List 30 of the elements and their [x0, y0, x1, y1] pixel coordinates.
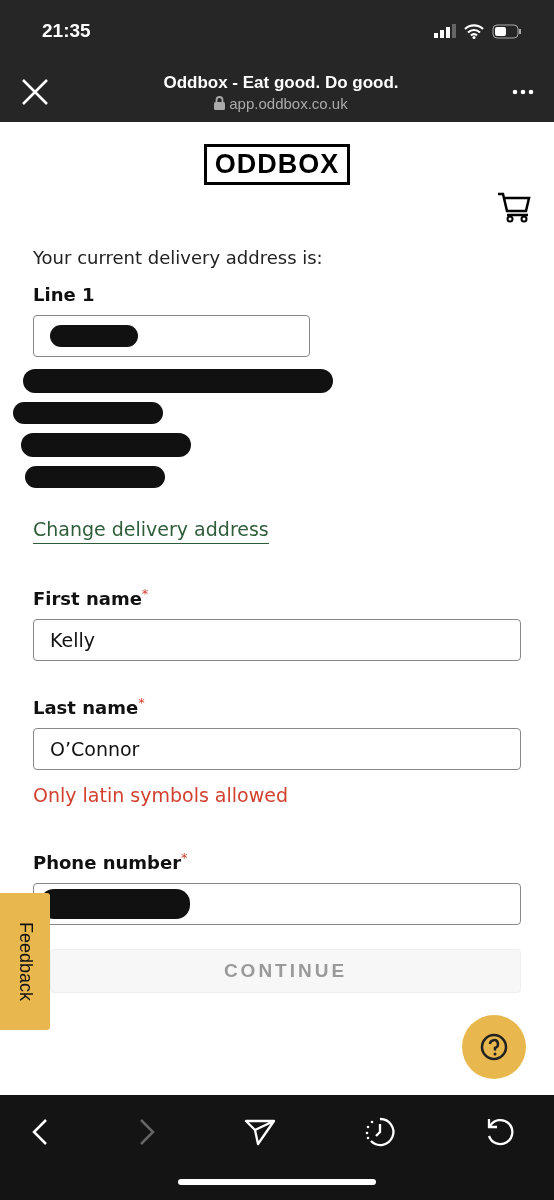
label-text: Phone number	[33, 852, 182, 873]
wifi-icon	[464, 23, 484, 39]
url-text: app.oddbox.co.uk	[229, 94, 348, 112]
required-mark: *	[141, 586, 149, 601]
history-button[interactable]	[363, 1115, 397, 1149]
label-text: First name	[33, 588, 142, 609]
required-mark: *	[181, 850, 188, 865]
label-text: Last name	[33, 697, 139, 718]
lock-icon	[214, 96, 226, 110]
logo[interactable]: ODDBOX	[203, 144, 351, 185]
input-field[interactable]	[33, 883, 521, 925]
more-button[interactable]	[512, 89, 534, 95]
signal-icon	[434, 24, 456, 38]
feedback-tab[interactable]: Feedback	[0, 893, 50, 1030]
clock: 21:35	[42, 20, 91, 42]
share-button[interactable]	[244, 1118, 276, 1146]
address-intro: Your current delivery address is:	[33, 247, 324, 268]
close-button[interactable]	[20, 77, 50, 107]
input-field[interactable]: O’Connor	[33, 728, 521, 770]
page-title: Oddbox - Eat good. Do good.	[163, 72, 399, 93]
help-icon	[479, 1032, 509, 1062]
back-button[interactable]	[30, 1118, 50, 1146]
field-label: Line 1	[33, 284, 96, 305]
change-address-link[interactable]: Change delivery address	[33, 518, 269, 544]
error-message: Only latin symbols allowed	[33, 784, 289, 806]
input-field[interactable]	[33, 315, 310, 357]
battery-icon	[492, 23, 522, 39]
cart-icon[interactable]	[497, 191, 531, 223]
required-mark: *	[138, 695, 145, 710]
input-field[interactable]: Kelly	[33, 619, 521, 661]
